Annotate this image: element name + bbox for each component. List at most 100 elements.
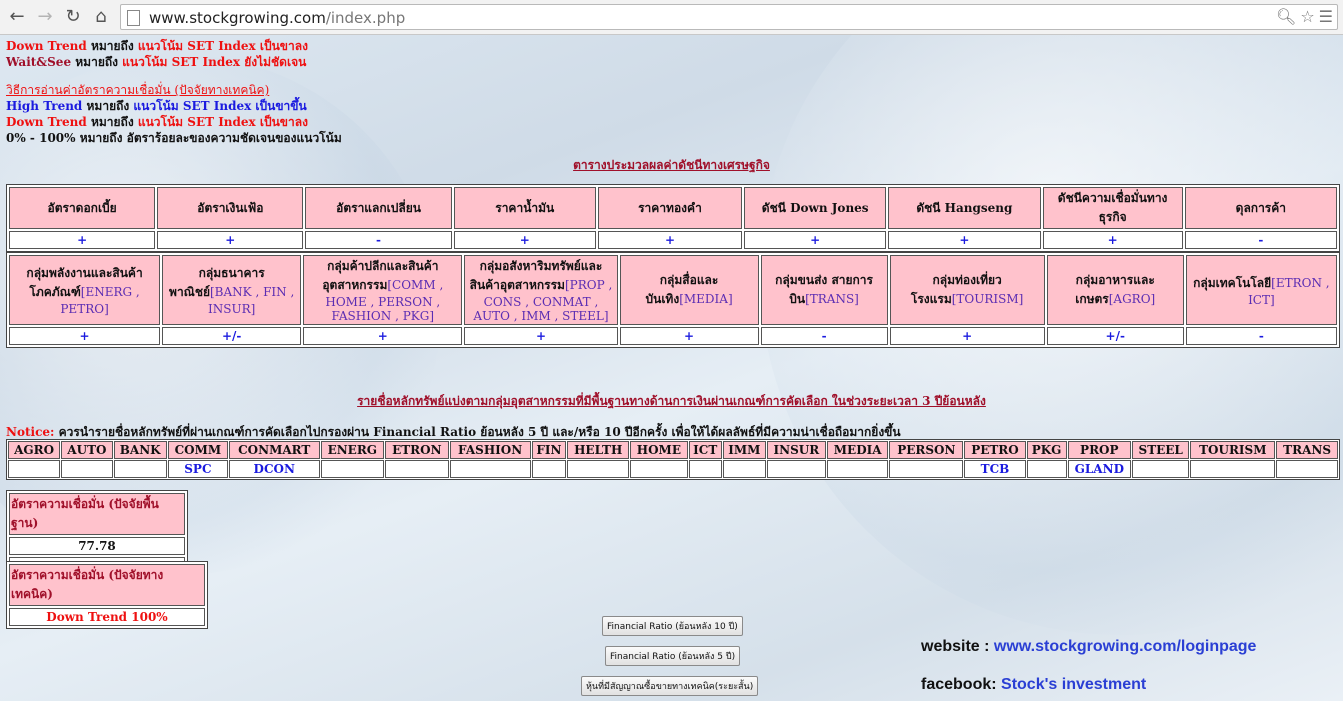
browser-toolbar: ← → ↻ ⌂ www.stockgrowing.com/index.php 🔍… [0, 0, 1343, 35]
econ-sign: + [1042, 231, 1183, 249]
url-path: /index.php [325, 9, 406, 27]
stock-header: ETRON [385, 441, 449, 459]
sector-sign: - [760, 327, 888, 345]
stock-value-row: SPC DCON TCB GLAND [8, 460, 1338, 478]
url-text[interactable]: www.stockgrowing.com/index.php [149, 9, 405, 27]
stock-cell [113, 460, 167, 478]
econ-title[interactable]: ตารางประมวลผลค่าดัชนีทางเศรษฐกิจ [0, 156, 1343, 175]
sector-sign: + [889, 327, 1045, 345]
stock-header: PETRO [964, 441, 1026, 459]
stock-header: AUTO [61, 441, 113, 459]
stock-cell [766, 460, 826, 478]
sector-header: กลุ่มธนาคารพาณิชย์[BANK , FIN , INSUR] [162, 255, 302, 325]
fundamental-value: 77.78 [9, 537, 185, 555]
page-icon [127, 10, 140, 26]
financial-ratio-5y-button[interactable]: Financial Ratio (ย้อนหลัง 5 ปี) [605, 646, 741, 666]
forward-arrow-icon[interactable]: → [34, 6, 56, 28]
stock-cell [688, 460, 722, 478]
stock-cell [449, 460, 531, 478]
stock-cell [1026, 460, 1067, 478]
stock-header: PKG [1026, 441, 1067, 459]
stock-link[interactable]: GLAND [1067, 460, 1131, 478]
stock-link[interactable]: SPC [167, 460, 228, 478]
menu-icon[interactable]: ☰ [1319, 7, 1333, 26]
econ-sign: - [305, 231, 452, 249]
reload-icon[interactable]: ↻ [62, 6, 84, 28]
technical-title: อัตราความเชื่อมั่น (ปัจจัยทางเทคนิค) [9, 564, 205, 606]
legend-wait-see: Wait&See หมายถึง แนวโน้ม SET Index ยังไม… [6, 55, 307, 69]
econ-sign: + [744, 231, 887, 249]
stock-cell [531, 460, 567, 478]
stock-cell [8, 460, 61, 478]
stock-header: MEDIA [826, 441, 889, 459]
url-domain: www.stockgrowing.com [149, 9, 326, 27]
sector-header: กลุ่มอาหารและเกษตร[AGRO] [1046, 255, 1184, 325]
technical-signal-button[interactable]: หุ้นที่มีสัญญาณซื้อขายทางเทคนิค(ระยะสั้น… [581, 676, 759, 696]
stock-table: AGRO AUTO BANK COMM CONMART ENERG ETRON … [6, 439, 1340, 480]
stock-cell [1132, 460, 1190, 478]
econ-header: ดัชนีความเชื่อมั่นทางธุรกิจ [1042, 187, 1183, 229]
stock-header: PERSON [889, 441, 964, 459]
financial-ratio-10y-button[interactable]: Financial Ratio (ย้อนหลัง 10 ปี) [602, 616, 743, 636]
address-bar[interactable]: www.stockgrowing.com/index.php 🔍︎ ☆ ☰ [120, 4, 1338, 30]
sector-table: กลุ่มพลังงานและสินค้าโภคภัณฑ์[ENERG , PE… [6, 252, 1340, 348]
sector-header: กลุ่มค้าปลีกและสินค้าอุตสาหกรรม[COMM , H… [303, 255, 463, 325]
econ-header-row: อัตราดอกเบี้ย อัตราเงินเฟ้อ อัตราแลกเปลี… [9, 187, 1337, 229]
stocks-title[interactable]: รายชื่อหลักทรัพย์แบ่งตามกลุ่มอุตสาหกรรมท… [0, 392, 1343, 411]
stock-header: TRANS [1276, 441, 1338, 459]
facebook-line: facebook: Stock's investment [921, 676, 1147, 693]
legend-percent: 0% - 100% หมายถึง อัตราร้อยละของความชัดเ… [6, 131, 342, 145]
sector-sign: + [9, 327, 161, 345]
home-icon[interactable]: ⌂ [90, 6, 112, 28]
stock-header: BANK [113, 441, 167, 459]
stock-header: IMM [722, 441, 766, 459]
website-line: website : www.stockgrowing.com/loginpage [921, 638, 1257, 655]
econ-header: ดัชนี Hangseng [888, 187, 1041, 229]
sector-sign: - [1185, 327, 1337, 345]
sector-header: กลุ่มพลังงานและสินค้าโภคภัณฑ์[ENERG , PE… [9, 255, 161, 325]
page-content: Down Trend หมายถึง แนวโน้ม SET Index เป็… [0, 35, 1343, 701]
stock-header: AGRO [8, 441, 61, 459]
econ-header: อัตราดอกเบี้ย [9, 187, 156, 229]
econ-header: ราคาทองคำ [597, 187, 743, 229]
technical-box: อัตราความเชื่อมั่น (ปัจจัยทางเทคนิค) Dow… [6, 561, 208, 629]
sector-sign: +/- [162, 327, 302, 345]
bookmark-star-icon[interactable]: ☆ [1300, 7, 1314, 26]
stock-header: FASHION [449, 441, 531, 459]
stock-header: PROP [1067, 441, 1131, 459]
stock-header: CONMART [228, 441, 320, 459]
stock-cell [1190, 460, 1276, 478]
zoom-icon[interactable]: 🔍︎ [1276, 7, 1296, 26]
econ-header: ราคาน้ำมัน [453, 187, 596, 229]
stock-header: HELTH [567, 441, 630, 459]
stock-link[interactable]: DCON [228, 460, 320, 478]
stock-header-row: AGRO AUTO BANK COMM CONMART ENERG ETRON … [8, 441, 1338, 459]
sector-sign-row: + +/- + + + - + +/- - [9, 327, 1337, 345]
sector-sign: + [303, 327, 463, 345]
stock-cell [826, 460, 889, 478]
econ-sign: + [597, 231, 743, 249]
back-arrow-icon[interactable]: ← [6, 6, 28, 28]
sector-sign: + [619, 327, 759, 345]
stock-cell [385, 460, 449, 478]
sector-header: กลุ่มอสังหาริมทรัพย์และสินค้าอุตสาหกรรม[… [464, 255, 618, 325]
econ-sign-row: + + - + + + + + - [9, 231, 1337, 249]
econ-sign: - [1184, 231, 1337, 249]
stock-link[interactable]: TCB [964, 460, 1026, 478]
stock-header: ICT [688, 441, 722, 459]
stock-cell [1276, 460, 1338, 478]
stock-header: STEEL [1132, 441, 1190, 459]
stock-header: ENERG [320, 441, 385, 459]
sector-sign: + [464, 327, 618, 345]
stock-cell [722, 460, 766, 478]
stock-cell [61, 460, 113, 478]
website-link[interactable]: www.stockgrowing.com/loginpage [994, 638, 1257, 655]
sector-header: กลุ่มเทคโนโลยี[ETRON , ICT] [1185, 255, 1337, 325]
stock-header: FIN [531, 441, 567, 459]
stock-cell [567, 460, 630, 478]
fundamental-title: อัตราความเชื่อมั่น (ปัจจัยพื้นฐาน) [9, 493, 185, 535]
stock-cell [320, 460, 385, 478]
stock-header: TOURISM [1190, 441, 1276, 459]
sector-header: กลุ่มขนส่ง สายการบิน[TRANS] [760, 255, 888, 325]
facebook-link[interactable]: Stock's investment [1001, 676, 1146, 693]
